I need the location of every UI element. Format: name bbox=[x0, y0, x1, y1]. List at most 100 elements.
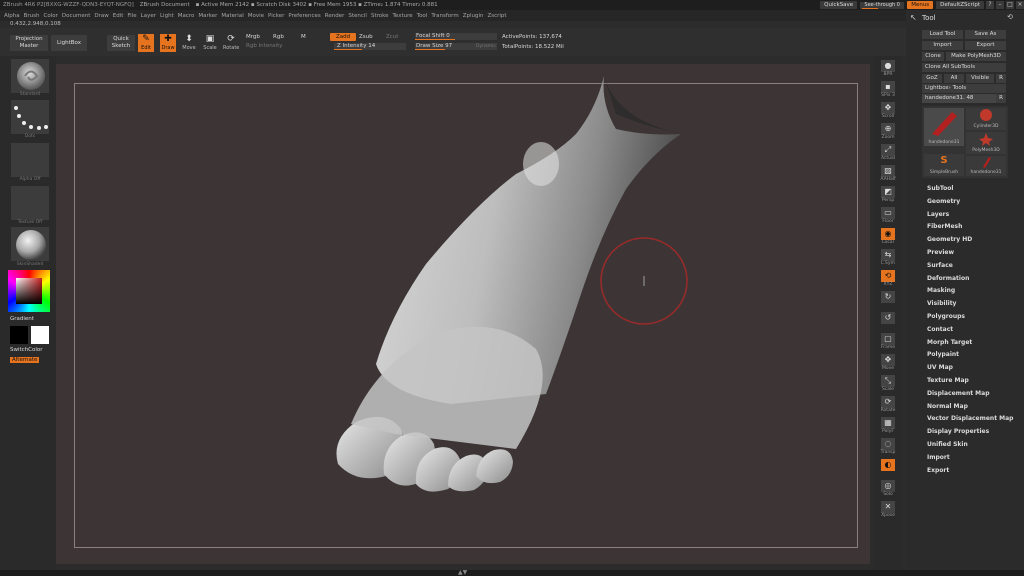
goz-visible-button[interactable]: Visible bbox=[966, 74, 994, 83]
alpha-thumbnail[interactable] bbox=[10, 142, 50, 178]
subpalette-texture-map[interactable]: Texture Map bbox=[927, 377, 969, 384]
right-tool-persp[interactable]: ◩ Persp bbox=[878, 186, 898, 206]
menus-button[interactable]: Menus bbox=[907, 1, 934, 9]
goz-r-button[interactable]: R bbox=[996, 74, 1006, 83]
right-tool-xpose[interactable]: ✕ Xpose bbox=[878, 501, 898, 521]
subpalette-morph-target[interactable]: Morph Target bbox=[927, 339, 972, 346]
clone-all-subtools-button[interactable]: Clone All SubTools bbox=[922, 63, 1006, 72]
menu-transform[interactable]: Transform bbox=[431, 13, 458, 19]
menu-stencil[interactable]: Stencil bbox=[348, 13, 367, 19]
projection-master-button[interactable]: Projection Master bbox=[10, 35, 48, 51]
right-tool-scale[interactable]: ⤡ Scale bbox=[878, 375, 898, 395]
maximize-icon[interactable]: □ bbox=[1006, 1, 1014, 9]
load-tool-button[interactable]: Load Tool bbox=[922, 30, 963, 39]
edit-mode-button[interactable]: ✎ Edit bbox=[138, 34, 154, 52]
help-icon[interactable]: ? bbox=[986, 1, 994, 9]
right-tool-rot-a[interactable]: ↻ bbox=[878, 291, 898, 311]
export-button[interactable]: Export bbox=[965, 41, 1006, 50]
menu-light[interactable]: Light bbox=[160, 13, 174, 19]
z-intensity-slider[interactable]: Z Intensity 14 bbox=[334, 43, 406, 50]
subpalette-polypaint[interactable]: Polypaint bbox=[927, 351, 959, 358]
tool-thumb-cylinder[interactable]: Cylinder3D bbox=[966, 108, 1006, 130]
subpalette-uv-map[interactable]: UV Map bbox=[927, 364, 953, 371]
right-tool-xyz[interactable]: ⟲ XYZ bbox=[878, 270, 898, 290]
menu-color[interactable]: Color bbox=[44, 13, 58, 19]
palette-arrow-icon[interactable]: ↖ bbox=[910, 13, 917, 22]
tool-thumb-main[interactable]: handedone31 bbox=[924, 108, 964, 146]
secondary-color-swatch[interactable] bbox=[31, 326, 49, 344]
zadd-button[interactable]: Zadd bbox=[330, 33, 356, 41]
subpalette-layers[interactable]: Layers bbox=[927, 211, 949, 218]
right-tool-bpr[interactable]: ● BPR bbox=[878, 60, 898, 80]
menu-marker[interactable]: Marker bbox=[198, 13, 217, 19]
current-tool-r-button[interactable]: R bbox=[996, 94, 1006, 103]
move-mode-button[interactable]: ⬍ Move bbox=[181, 34, 197, 52]
menu-brush[interactable]: Brush bbox=[24, 13, 40, 19]
import-button[interactable]: Import bbox=[922, 41, 963, 50]
right-tool-transp[interactable]: ◌ Transp bbox=[878, 438, 898, 458]
mrgb-button[interactable]: Mrgb bbox=[246, 34, 260, 40]
rotate-mode-button[interactable]: ⟳ Rotate bbox=[223, 34, 239, 52]
quicksave-button[interactable]: QuickSave bbox=[820, 1, 858, 9]
tool-thumb-polymesh[interactable]: PolyMesh3D bbox=[966, 132, 1006, 154]
default-zscript-button[interactable]: DefaultZScript bbox=[936, 1, 984, 9]
quick-sketch-button[interactable]: Quick Sketch bbox=[107, 35, 135, 51]
m-button[interactable]: M bbox=[301, 34, 306, 40]
zcut-button[interactable]: Zcut bbox=[386, 34, 398, 40]
subpalette-deformation[interactable]: Deformation bbox=[927, 275, 969, 282]
menu-alpha[interactable]: Alpha bbox=[4, 13, 20, 19]
menu-picker[interactable]: Picker bbox=[268, 13, 284, 19]
alternate-button[interactable]: Alternate bbox=[10, 357, 40, 363]
tool-thumb-simplebrush[interactable]: S SimpleBrush bbox=[924, 154, 964, 176]
right-tool-actual[interactable]: ⤢ Actual bbox=[878, 144, 898, 164]
goz-button[interactable]: GoZ bbox=[922, 74, 942, 83]
subpalette-geometry[interactable]: Geometry bbox=[927, 198, 960, 205]
texture-thumbnail[interactable] bbox=[10, 185, 50, 221]
menu-file[interactable]: File bbox=[127, 13, 136, 19]
menu-edit[interactable]: Edit bbox=[113, 13, 124, 19]
menu-layer[interactable]: Layer bbox=[141, 13, 156, 19]
menu-preferences[interactable]: Preferences bbox=[288, 13, 320, 19]
subpalette-vector-displacement-map[interactable]: Vector Displacement Map bbox=[927, 415, 1013, 422]
subpalette-display-properties[interactable]: Display Properties bbox=[927, 428, 989, 435]
main-color-swatch[interactable] bbox=[10, 326, 28, 344]
right-tool-solo[interactable]: ◎ Solo bbox=[878, 480, 898, 500]
subpalette-displacement-map[interactable]: Displacement Map bbox=[927, 390, 990, 397]
subpalette-preview[interactable]: Preview bbox=[927, 249, 954, 256]
menu-material[interactable]: Material bbox=[221, 13, 243, 19]
right-tool-spix[interactable]: ▪ SPix 3 bbox=[878, 81, 898, 101]
gradient-label[interactable]: Gradient bbox=[10, 316, 34, 322]
right-tool-zoom[interactable]: ⊕ Zoom bbox=[878, 123, 898, 143]
rgb-button[interactable]: Rgb bbox=[273, 34, 284, 40]
menu-texture[interactable]: Texture bbox=[393, 13, 413, 19]
right-tool-scroll[interactable]: ✥ Scroll bbox=[878, 102, 898, 122]
material-thumbnail[interactable] bbox=[10, 226, 50, 262]
right-tool-aahalf[interactable]: ▨ AAHalf bbox=[878, 165, 898, 185]
subpalette-contact[interactable]: Contact bbox=[927, 326, 953, 333]
subpalette-export[interactable]: Export bbox=[927, 467, 949, 474]
bottom-tray-toggle-icon[interactable]: ▲▼ bbox=[458, 569, 467, 576]
save-as-button[interactable]: Save As bbox=[965, 30, 1006, 39]
menu-tool[interactable]: Tool bbox=[417, 13, 428, 19]
make-polymesh-button[interactable]: Make PolyMesh3D bbox=[946, 52, 1006, 61]
subpalette-geometry-hd[interactable]: Geometry HD bbox=[927, 236, 972, 243]
switchcolor-button[interactable]: SwitchColor bbox=[10, 347, 43, 353]
right-tool-local[interactable]: ◉ Local bbox=[878, 228, 898, 248]
goz-all-button[interactable]: All bbox=[944, 74, 964, 83]
menu-zplugin[interactable]: Zplugin bbox=[463, 13, 484, 19]
subpalette-import[interactable]: Import bbox=[927, 454, 950, 461]
menu-stroke[interactable]: Stroke bbox=[371, 13, 389, 19]
dynamic-button[interactable]: Dynamic bbox=[476, 44, 496, 49]
current-tool-slider[interactable]: handedone31. 48 bbox=[922, 94, 996, 103]
minimize-icon[interactable]: – bbox=[996, 1, 1004, 9]
right-tool-rotate[interactable]: ⟳ Rotate bbox=[878, 396, 898, 416]
subpalette-unified-skin[interactable]: Unified Skin bbox=[927, 441, 968, 448]
scale-mode-button[interactable]: ▣ Scale bbox=[202, 34, 218, 52]
rgb-intensity-slider[interactable]: Rgb Intensity bbox=[246, 43, 283, 49]
right-tool-move[interactable]: ✥ Move bbox=[878, 354, 898, 374]
right-tool-frame[interactable]: ▢ Frame bbox=[878, 333, 898, 353]
subpalette-visibility[interactable]: Visibility bbox=[927, 300, 956, 307]
palette-dock-icon[interactable]: ⟲ bbox=[1007, 13, 1013, 21]
stroke-thumbnail[interactable] bbox=[10, 99, 50, 135]
right-tool-rot-b[interactable]: ↺ bbox=[878, 312, 898, 332]
